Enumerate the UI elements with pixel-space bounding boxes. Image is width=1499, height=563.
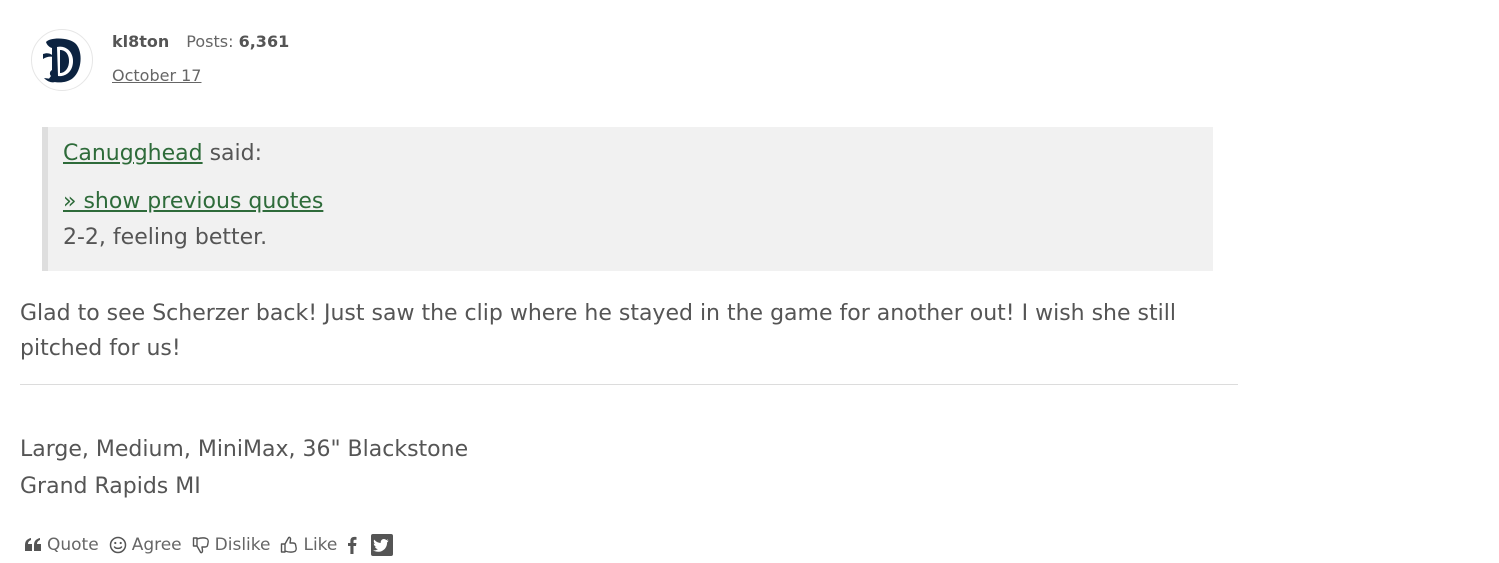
quote-block: Canugghead said: » show previous quotes … (42, 127, 1213, 271)
forum-post: kl8ton Posts: 6,361 October 17 Canugghea… (0, 0, 1499, 563)
quoted-user-link[interactable]: Canugghead (63, 141, 203, 166)
smiley-icon (109, 536, 126, 554)
show-previous-quotes-link[interactable]: » show previous quotes (63, 189, 323, 214)
agree-button-label: Agree (131, 535, 182, 555)
facebook-share-button[interactable] (347, 536, 357, 554)
signature-line-1: Large, Medium, MiniMax, 36" Blackstone (20, 437, 469, 462)
quote-button-label: Quote (47, 535, 99, 555)
quote-text: 2-2, feeling better. (63, 225, 268, 250)
post-count: Posts: 6,361 (186, 32, 289, 51)
like-button-label: Like (303, 535, 338, 555)
facebook-icon (348, 536, 357, 554)
dislike-button-label: Dislike (214, 535, 271, 555)
thumbs-up-icon (281, 536, 298, 553)
dislike-button[interactable]: Dislike (192, 535, 271, 555)
post-date-link[interactable]: October 17 (112, 66, 201, 85)
twitter-share-button[interactable] (371, 534, 394, 556)
post-count-value: 6,361 (238, 32, 290, 51)
post-actions: Quote Agree Dislike Like (25, 532, 407, 558)
quote-icon (25, 538, 41, 551)
agree-button[interactable]: Agree (109, 535, 182, 555)
like-button[interactable]: Like (280, 535, 337, 555)
detroit-tigers-logo-icon (43, 38, 81, 83)
avatar[interactable] (31, 29, 93, 91)
twitter-icon (371, 534, 394, 556)
quote-said-label: said: (202, 141, 263, 166)
quote-button[interactable]: Quote (25, 535, 99, 555)
thumbs-down-icon (192, 537, 209, 554)
author-name[interactable]: kl8ton (112, 32, 169, 51)
quote-header: Canugghead said: (63, 141, 262, 166)
signature: Large, Medium, MiniMax, 36" Blackstone G… (20, 431, 468, 505)
post-count-label: Posts: (186, 32, 234, 51)
post-body: Glad to see Scherzer back! Just saw the … (20, 301, 1176, 361)
author-line: kl8ton Posts: 6,361 (112, 32, 289, 51)
signature-line-2: Grand Rapids MI (20, 474, 201, 499)
signature-divider (20, 384, 1238, 385)
